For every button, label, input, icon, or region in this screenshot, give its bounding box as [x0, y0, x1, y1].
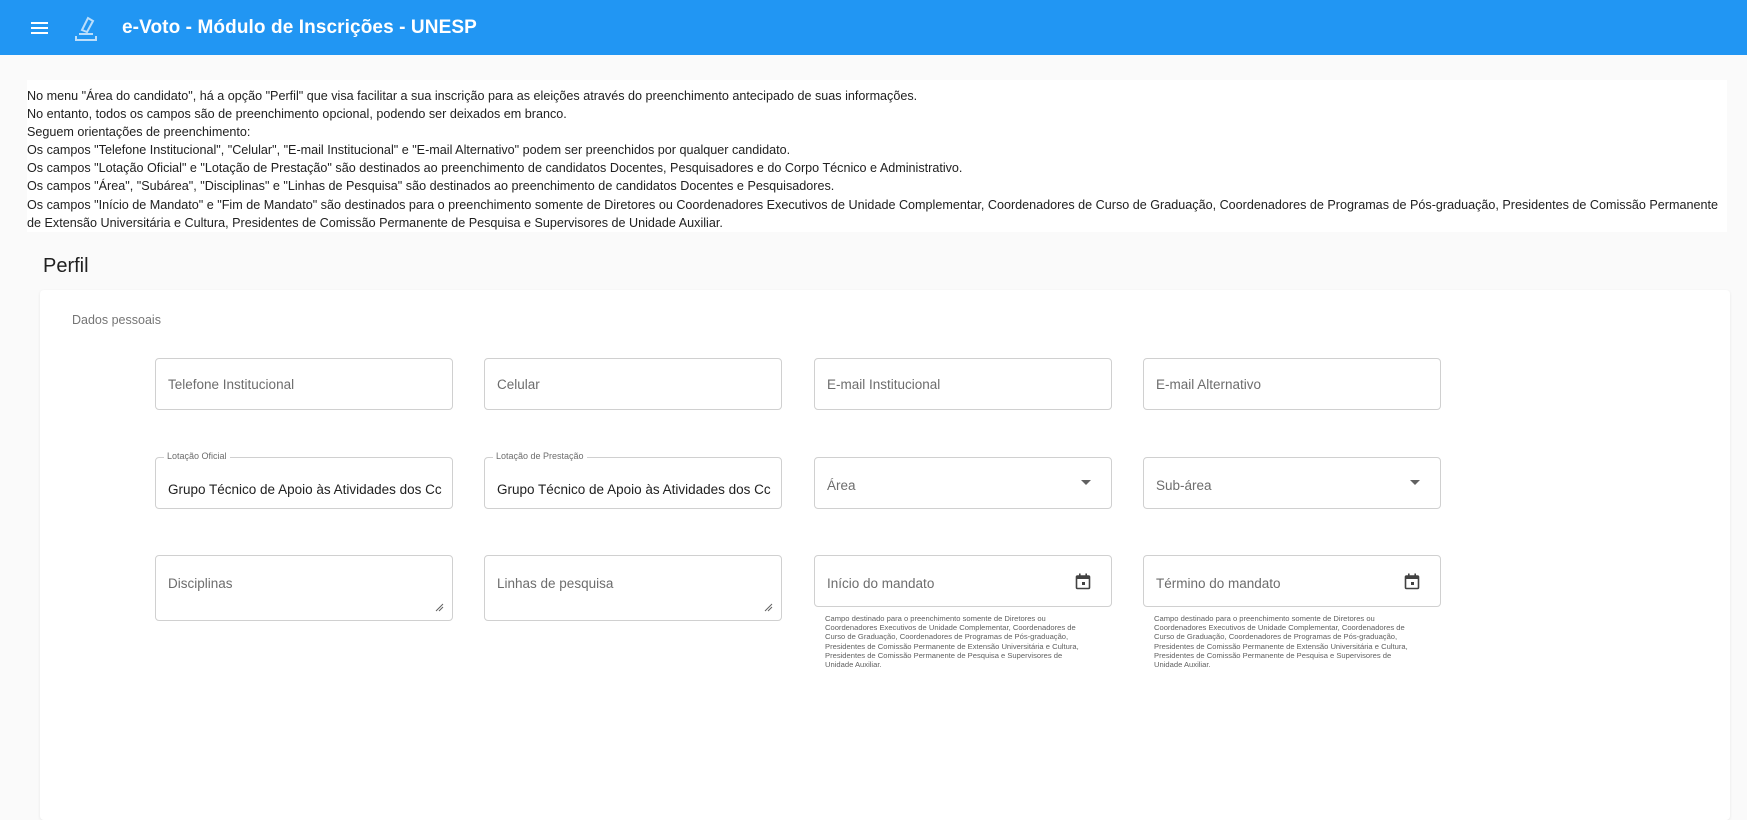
dropdown-arrow-icon — [1081, 480, 1091, 485]
phone-placeholder: Telefone Institucional — [168, 377, 295, 392]
menu-icon[interactable] — [28, 16, 52, 40]
instruction-line: Os campos "Lotação Oficial" e "Lotação d… — [27, 161, 963, 176]
service-assignment-value: Grupo Técnico de Apoio às Atividades dos… — [497, 482, 771, 497]
official-assignment-field[interactable]: Lotação Oficial Grupo Técnico de Apoio à… — [155, 451, 453, 509]
official-assignment-value: Grupo Técnico de Apoio às Atividades dos… — [168, 482, 442, 497]
app-title: e-Voto - Módulo de Inscrições - UNESP — [122, 16, 477, 38]
area-select[interactable]: Área — [814, 457, 1112, 509]
mandate-end-date-field[interactable]: Término do mandato — [1143, 555, 1441, 607]
instructions-panel: No menu "Área do candidato", há a opção … — [27, 80, 1727, 232]
calendar-icon[interactable] — [1075, 573, 1091, 590]
instruction-line: Os campos "Área", "Subárea", "Disciplina… — [27, 179, 835, 194]
resize-handle-icon[interactable] — [435, 603, 444, 612]
calendar-icon[interactable] — [1404, 573, 1420, 590]
alternative-email-placeholder: E-mail Alternativo — [1156, 377, 1262, 392]
instruction-line: Os campos "Telefone Institucional", "Cel… — [27, 143, 791, 158]
ballot-logo-icon — [72, 13, 102, 43]
section-label: Dados pessoais — [72, 313, 161, 327]
service-assignment-field[interactable]: Lotação de Prestação Grupo Técnico de Ap… — [484, 451, 782, 509]
mandate-start-date-field[interactable]: Início do mandato — [814, 555, 1112, 607]
dropdown-arrow-icon — [1410, 480, 1420, 485]
phone-field[interactable]: Telefone Institucional — [155, 358, 453, 410]
mobile-field[interactable]: Celular — [484, 358, 782, 410]
mandate-start-placeholder: Início do mandato — [827, 576, 935, 591]
subarea-placeholder: Sub-área — [1156, 478, 1212, 493]
official-assignment-label: Lotação Oficial — [164, 451, 230, 461]
service-assignment-label: Lotação de Prestação — [493, 451, 587, 461]
research-lines-textarea[interactable]: Linhas de pesquisa — [484, 555, 782, 621]
institutional-email-field[interactable]: E-mail Institucional — [814, 358, 1112, 410]
area-placeholder: Área — [827, 478, 856, 493]
institutional-email-placeholder: E-mail Institucional — [827, 377, 941, 392]
mandate-start-hint: Campo destinado para o preenchimento som… — [825, 614, 1079, 670]
mandate-end-hint: Campo destinado para o preenchimento som… — [1154, 614, 1408, 670]
instruction-line: No menu "Área do candidato", há a opção … — [27, 89, 918, 103]
app-bar: e-Voto - Módulo de Inscrições - UNESP — [0, 0, 1747, 55]
disciplines-textarea[interactable]: Disciplinas — [155, 555, 453, 621]
subarea-select[interactable]: Sub-área — [1143, 457, 1441, 509]
alternative-email-field[interactable]: E-mail Alternativo — [1143, 358, 1441, 410]
disciplines-placeholder: Disciplinas — [168, 576, 233, 591]
mandate-end-placeholder: Término do mandato — [1156, 576, 1281, 591]
instruction-line: Os campos "Início de Mandato" e "Fim de … — [27, 197, 1719, 230]
research-lines-placeholder: Linhas de pesquisa — [497, 576, 614, 591]
instruction-line: No entanto, todos os campos são de preen… — [27, 107, 567, 122]
page-title: Perfil — [43, 255, 89, 277]
instruction-line: Seguem orientações de preenchimento: — [27, 125, 251, 140]
resize-handle-icon[interactable] — [764, 603, 773, 612]
mobile-placeholder: Celular — [497, 377, 540, 392]
